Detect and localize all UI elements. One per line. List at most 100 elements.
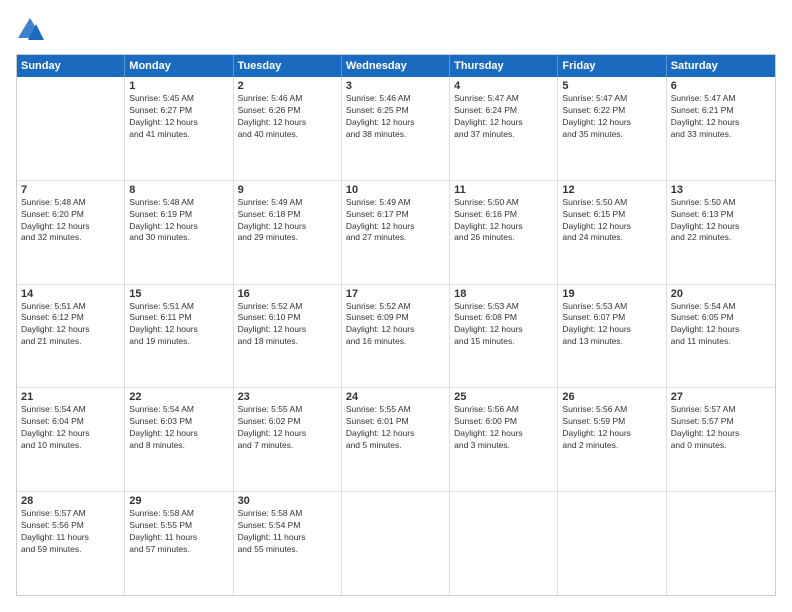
calendar-cell: 3Sunrise: 5:46 AMSunset: 6:25 PMDaylight…	[342, 77, 450, 180]
cell-line: Sunset: 6:16 PM	[454, 209, 553, 221]
calendar-cell: 14Sunrise: 5:51 AMSunset: 6:12 PMDayligh…	[17, 285, 125, 388]
day-number: 16	[238, 288, 337, 300]
cell-line: Sunrise: 5:52 AM	[346, 301, 445, 313]
cell-line: Sunset: 6:26 PM	[238, 105, 337, 117]
cell-line: Sunrise: 5:51 AM	[21, 301, 120, 313]
cell-line: Daylight: 12 hours	[346, 324, 445, 336]
calendar-cell: 17Sunrise: 5:52 AMSunset: 6:09 PMDayligh…	[342, 285, 450, 388]
cell-line: Daylight: 12 hours	[346, 117, 445, 129]
day-number: 20	[671, 288, 771, 300]
day-number: 22	[129, 391, 228, 403]
calendar: SundayMondayTuesdayWednesdayThursdayFrid…	[16, 54, 776, 596]
header-day-monday: Monday	[125, 55, 233, 77]
cell-line: and 2 minutes.	[562, 440, 661, 452]
cell-line: and 55 minutes.	[238, 544, 337, 556]
cell-line: Daylight: 12 hours	[21, 428, 120, 440]
day-number: 13	[671, 184, 771, 196]
cell-line: Sunrise: 5:48 AM	[129, 197, 228, 209]
calendar-cell	[450, 492, 558, 595]
cell-line: Sunrise: 5:46 AM	[238, 93, 337, 105]
calendar-cell: 21Sunrise: 5:54 AMSunset: 6:04 PMDayligh…	[17, 388, 125, 491]
calendar-row-1: 7Sunrise: 5:48 AMSunset: 6:20 PMDaylight…	[17, 181, 775, 285]
cell-line: Sunrise: 5:48 AM	[21, 197, 120, 209]
cell-line: and 32 minutes.	[21, 232, 120, 244]
cell-line: Sunrise: 5:57 AM	[671, 404, 771, 416]
cell-line: Sunset: 6:10 PM	[238, 312, 337, 324]
header-day-friday: Friday	[558, 55, 666, 77]
cell-line: and 57 minutes.	[129, 544, 228, 556]
cell-line: and 30 minutes.	[129, 232, 228, 244]
cell-line: and 24 minutes.	[562, 232, 661, 244]
day-number: 12	[562, 184, 661, 196]
day-number: 19	[562, 288, 661, 300]
cell-line: Sunrise: 5:56 AM	[562, 404, 661, 416]
cell-line: and 5 minutes.	[346, 440, 445, 452]
cell-line: Daylight: 12 hours	[238, 117, 337, 129]
cell-line: Sunrise: 5:52 AM	[238, 301, 337, 313]
day-number: 11	[454, 184, 553, 196]
cell-line: Daylight: 12 hours	[21, 324, 120, 336]
calendar-cell: 11Sunrise: 5:50 AMSunset: 6:16 PMDayligh…	[450, 181, 558, 284]
day-number: 15	[129, 288, 228, 300]
cell-line: and 21 minutes.	[21, 336, 120, 348]
calendar-cell: 8Sunrise: 5:48 AMSunset: 6:19 PMDaylight…	[125, 181, 233, 284]
calendar-cell: 18Sunrise: 5:53 AMSunset: 6:08 PMDayligh…	[450, 285, 558, 388]
cell-line: Sunset: 5:56 PM	[21, 520, 120, 532]
day-number: 17	[346, 288, 445, 300]
cell-line: Sunset: 6:21 PM	[671, 105, 771, 117]
cell-line: Sunset: 5:59 PM	[562, 416, 661, 428]
cell-line: Daylight: 12 hours	[671, 428, 771, 440]
cell-line: Sunset: 6:05 PM	[671, 312, 771, 324]
cell-line: Sunrise: 5:50 AM	[454, 197, 553, 209]
calendar-cell: 23Sunrise: 5:55 AMSunset: 6:02 PMDayligh…	[234, 388, 342, 491]
cell-line: Daylight: 12 hours	[129, 428, 228, 440]
cell-line: and 8 minutes.	[129, 440, 228, 452]
calendar-cell: 20Sunrise: 5:54 AMSunset: 6:05 PMDayligh…	[667, 285, 775, 388]
cell-line: Sunset: 5:55 PM	[129, 520, 228, 532]
cell-line: Sunset: 6:27 PM	[129, 105, 228, 117]
calendar-cell	[342, 492, 450, 595]
cell-line: Sunrise: 5:58 AM	[129, 508, 228, 520]
calendar-cell: 22Sunrise: 5:54 AMSunset: 6:03 PMDayligh…	[125, 388, 233, 491]
day-number: 10	[346, 184, 445, 196]
cell-line: and 3 minutes.	[454, 440, 553, 452]
cell-line: and 59 minutes.	[21, 544, 120, 556]
cell-line: Sunset: 6:02 PM	[238, 416, 337, 428]
cell-line: Sunrise: 5:54 AM	[129, 404, 228, 416]
calendar-cell: 6Sunrise: 5:47 AMSunset: 6:21 PMDaylight…	[667, 77, 775, 180]
day-number: 6	[671, 80, 771, 92]
cell-line: Sunrise: 5:54 AM	[21, 404, 120, 416]
cell-line: Daylight: 11 hours	[238, 532, 337, 544]
day-number: 4	[454, 80, 553, 92]
cell-line: Sunrise: 5:50 AM	[562, 197, 661, 209]
cell-line: Sunrise: 5:55 AM	[346, 404, 445, 416]
cell-line: and 7 minutes.	[238, 440, 337, 452]
cell-line: Sunset: 6:01 PM	[346, 416, 445, 428]
day-number: 18	[454, 288, 553, 300]
cell-line: Sunset: 6:13 PM	[671, 209, 771, 221]
logo-icon	[16, 16, 44, 44]
cell-line: and 35 minutes.	[562, 129, 661, 141]
cell-line: Sunset: 6:25 PM	[346, 105, 445, 117]
cell-line: Sunrise: 5:45 AM	[129, 93, 228, 105]
calendar-cell: 7Sunrise: 5:48 AMSunset: 6:20 PMDaylight…	[17, 181, 125, 284]
calendar-row-0: 1Sunrise: 5:45 AMSunset: 6:27 PMDaylight…	[17, 77, 775, 181]
cell-line: Sunrise: 5:47 AM	[671, 93, 771, 105]
cell-line: Daylight: 12 hours	[671, 117, 771, 129]
logo	[16, 16, 48, 44]
calendar-body: 1Sunrise: 5:45 AMSunset: 6:27 PMDaylight…	[17, 77, 775, 595]
calendar-cell: 26Sunrise: 5:56 AMSunset: 5:59 PMDayligh…	[558, 388, 666, 491]
cell-line: and 10 minutes.	[21, 440, 120, 452]
cell-line: Daylight: 12 hours	[238, 428, 337, 440]
day-number: 14	[21, 288, 120, 300]
cell-line: Sunset: 6:12 PM	[21, 312, 120, 324]
calendar-cell	[17, 77, 125, 180]
cell-line: Daylight: 11 hours	[21, 532, 120, 544]
cell-line: and 13 minutes.	[562, 336, 661, 348]
cell-line: and 41 minutes.	[129, 129, 228, 141]
cell-line: Sunset: 6:22 PM	[562, 105, 661, 117]
page: SundayMondayTuesdayWednesdayThursdayFrid…	[0, 0, 792, 612]
header	[16, 16, 776, 44]
cell-line: and 26 minutes.	[454, 232, 553, 244]
day-number: 28	[21, 495, 120, 507]
